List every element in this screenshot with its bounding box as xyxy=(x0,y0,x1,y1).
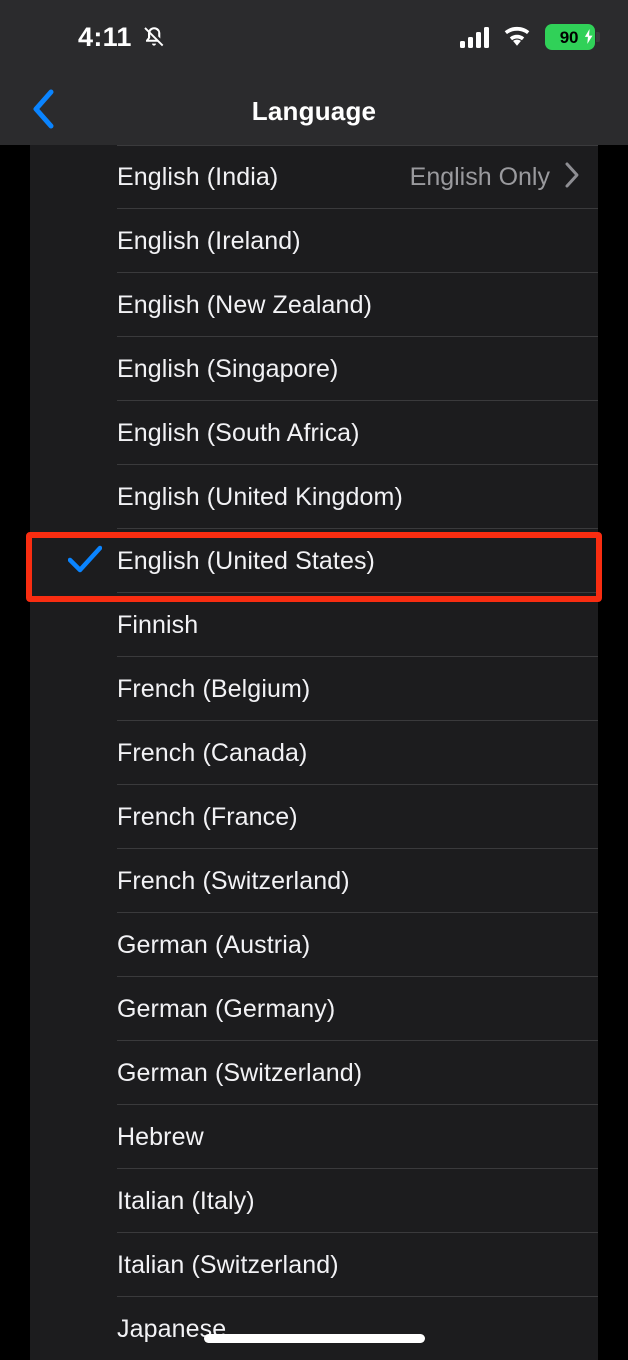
row-check-slot xyxy=(62,145,108,209)
language-row-label: Italian (Italy) xyxy=(117,1186,255,1215)
page-title: Language xyxy=(251,96,377,126)
wifi-icon xyxy=(503,26,531,48)
battery-cap xyxy=(596,32,600,42)
language-row-value: English Only xyxy=(409,162,550,191)
home-indicator-bar xyxy=(204,1334,425,1343)
language-row-label: German (Germany) xyxy=(117,994,336,1023)
language-row[interactable]: French (France) xyxy=(30,785,598,849)
language-row[interactable]: English (South Africa) xyxy=(30,401,598,465)
language-row-label: Finnish xyxy=(117,610,199,639)
row-check-slot xyxy=(62,1105,108,1169)
row-check-slot xyxy=(62,273,108,337)
row-check-slot xyxy=(62,593,108,657)
chevron-right-icon xyxy=(564,161,580,194)
language-row[interactable]: German (Switzerland) xyxy=(30,1041,598,1105)
language-row-label: English (South Africa) xyxy=(117,418,360,447)
language-row-label: English (United Kingdom) xyxy=(117,482,403,511)
row-check-slot xyxy=(62,1169,108,1233)
language-row-value-group: English Only xyxy=(410,161,580,194)
language-row[interactable]: French (Switzerland) xyxy=(30,849,598,913)
status-bar-right-group: 90 xyxy=(459,24,600,50)
language-row[interactable]: English (India) English Only xyxy=(30,145,598,209)
language-row[interactable]: Italian (Switzerland) xyxy=(30,1233,598,1297)
language-row-label: German (Switzerland) xyxy=(117,1058,363,1087)
row-check-slot xyxy=(62,977,108,1041)
language-row[interactable]: English (Ireland) xyxy=(30,209,598,273)
row-check-slot xyxy=(62,465,108,529)
bell-slash-icon xyxy=(141,24,167,50)
language-row[interactable]: Italian (Italy) xyxy=(30,1169,598,1233)
back-button[interactable] xyxy=(12,78,74,145)
language-row-label: Italian (Switzerland) xyxy=(117,1250,339,1279)
language-row[interactable]: French (Canada) xyxy=(30,721,598,785)
row-check-slot xyxy=(62,1233,108,1297)
language-row-label: English (Singapore) xyxy=(117,354,339,383)
language-row[interactable]: French (Belgium) xyxy=(30,657,598,721)
battery-body: 90 xyxy=(544,24,595,50)
language-row-label: English (New Zealand) xyxy=(117,290,372,319)
lightning-bolt-icon xyxy=(582,26,594,47)
status-bar: 4:11 90 xyxy=(0,0,628,78)
language-row-label: English (United States) xyxy=(117,546,375,575)
battery-icon: 90 xyxy=(544,24,600,50)
row-check-slot xyxy=(62,785,108,849)
language-row[interactable]: German (Germany) xyxy=(30,977,598,1041)
row-check-slot xyxy=(62,1041,108,1105)
language-row[interactable]: English (Singapore) xyxy=(30,337,598,401)
language-row-label: French (Switzerland) xyxy=(117,866,350,895)
language-row[interactable]: German (Austria) xyxy=(30,913,598,977)
row-check-slot xyxy=(62,657,108,721)
language-row[interactable]: English (United Kingdom) xyxy=(30,465,598,529)
language-row[interactable]: Japanese xyxy=(30,1297,598,1360)
chevron-left-icon xyxy=(31,88,55,135)
language-row-label: French (Belgium) xyxy=(117,674,311,703)
row-check-slot xyxy=(62,913,108,977)
row-check-slot xyxy=(62,1297,108,1360)
battery-level-label: 90 xyxy=(559,27,579,47)
row-check-slot xyxy=(62,721,108,785)
row-check-slot xyxy=(62,849,108,913)
navigation-header: Language xyxy=(0,78,628,145)
row-check-slot xyxy=(62,337,108,401)
status-bar-left-group: 4:11 xyxy=(78,21,167,53)
language-row-label: English (Ireland) xyxy=(117,226,301,255)
language-row-label: French (Canada) xyxy=(117,738,308,767)
language-row-label: French (France) xyxy=(117,802,298,831)
row-check-slot xyxy=(62,401,108,465)
status-bar-clock: 4:11 xyxy=(78,22,132,52)
language-list[interactable]: English (India) English Only English (Irel… xyxy=(30,145,598,1360)
language-row[interactable]: English (United States) xyxy=(30,529,598,593)
language-row[interactable]: Hebrew xyxy=(30,1105,598,1169)
language-row[interactable]: English (New Zealand) xyxy=(30,273,598,337)
language-row-label: English (India) xyxy=(117,162,279,191)
row-check-slot xyxy=(62,529,108,593)
language-row[interactable]: Finnish xyxy=(30,593,598,657)
language-row-label: German (Austria) xyxy=(117,930,311,959)
checkmark-icon xyxy=(67,545,103,578)
language-row-label: Hebrew xyxy=(117,1122,204,1151)
phone-screen: 4:11 90 Language English (India) English… xyxy=(0,0,628,1360)
cellular-signal-icon xyxy=(459,26,489,48)
row-check-slot xyxy=(62,209,108,273)
